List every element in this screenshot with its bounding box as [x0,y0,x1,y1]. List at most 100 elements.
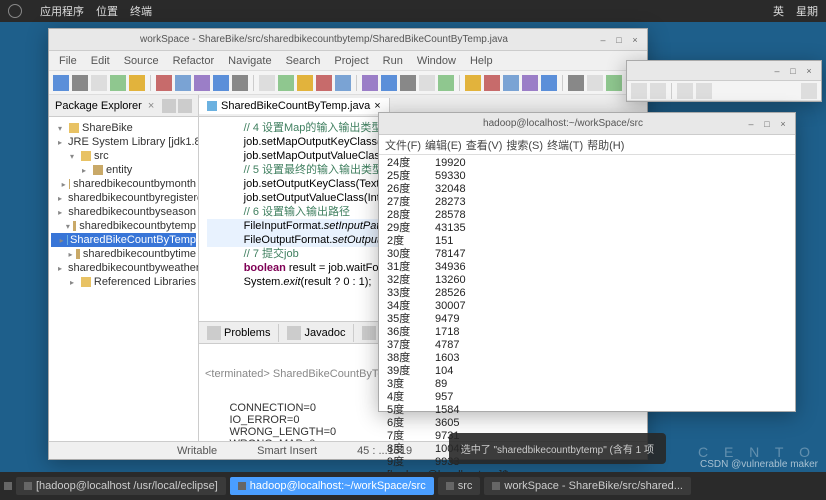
menu-navigate[interactable]: Navigate [222,55,277,67]
toolbar-button-2[interactable] [91,75,107,91]
editor-tab-label: SharedBikeCountByTemp.java [221,100,370,112]
menu-search[interactable]: Search [280,55,327,67]
term-menu-item[interactable]: 查看(V) [466,137,503,153]
toolbar-button-19[interactable] [438,75,454,91]
tree-node[interactable]: ▸sharedbikecountbymonth [51,177,196,191]
toolbar-button-22[interactable] [503,75,519,91]
back-icon[interactable] [631,83,647,99]
package-explorer-panel: Package Explorer × ▾ShareBike▸JRE System… [49,95,199,441]
menu-refactor[interactable]: Refactor [167,55,221,67]
toolbar-button-17[interactable] [400,75,416,91]
menu-window[interactable]: Window [411,55,462,67]
csdn-watermark: CSDN @vulnerable maker [700,459,818,470]
tree-node[interactable]: ▸JRE System Library [jdk1.8.0_20 [51,135,196,149]
tree-node[interactable]: ▾src [51,149,196,163]
java-file-icon [207,101,217,111]
tree-node[interactable]: ▾ShareBike [51,121,196,135]
maximize-button[interactable]: □ [787,65,799,77]
menu-file[interactable]: File [53,55,83,67]
taskbar-item[interactable]: hadoop@localhost:~/workSpace/src [230,477,434,495]
package-explorer-tab[interactable]: Package Explorer × [49,95,198,117]
tree-node[interactable]: ▸sharedbikecountbyregistere [51,191,196,205]
term-menu-item[interactable]: 终端(T) [547,137,583,153]
toolbar-button-6[interactable] [175,75,191,91]
toolbar-button-4[interactable] [129,75,145,91]
maximize-button[interactable]: □ [761,118,773,130]
toolbar-button-26[interactable] [587,75,603,91]
lang-indicator[interactable]: 英 [773,3,784,19]
term-menu-item[interactable]: 文件(F) [385,137,421,153]
tree-node[interactable]: ▸sharedbikecountbyweather [51,261,196,275]
tree-node[interactable]: ▸SharedBikeCountByTemp [51,233,196,247]
term-menu-item[interactable]: 搜索(S) [506,137,543,153]
close-button[interactable]: × [777,118,789,130]
toolbar-button-25[interactable] [568,75,584,91]
tree-node[interactable]: ▸sharedbikecountbytime [51,247,196,261]
toolbar-button-11[interactable] [278,75,294,91]
toolbar-button-5[interactable] [156,75,172,91]
taskbar-item[interactable]: src [438,477,481,495]
tree-node[interactable]: ▸entity [51,163,196,177]
toolbar-button-27[interactable] [606,75,622,91]
link-icon[interactable] [162,99,176,113]
terminal-menubar: 文件(F)编辑(E)查看(V)搜索(S)终端(T)帮助(H) [379,135,795,155]
tree-node[interactable]: ▸sharedbikecountbyseason [51,205,196,219]
toolbar-button-18[interactable] [419,75,435,91]
toolbar-button-13[interactable] [316,75,332,91]
desktop-topbar: 应用程序 位置 终端 英 星期 [0,0,826,22]
menu-terminal[interactable]: 终端 [130,3,152,19]
selection-notification: 选中了 "sharedbikecountbytemp" (含有 1 项 [449,433,666,464]
close-button[interactable]: × [629,34,641,46]
maximize-button[interactable]: □ [613,34,625,46]
terminal-titlebar: hadoop@localhost:~/workSpace/src – □ × [379,113,795,135]
toolbar-button-0[interactable] [53,75,69,91]
menu-icon[interactable] [178,99,192,113]
tree-node[interactable]: ▸Referenced Libraries [51,275,196,289]
toolbar-button-24[interactable] [541,75,557,91]
activities-icon[interactable] [8,4,22,18]
bottom-tab-problems[interactable]: Problems [199,324,279,342]
toolbar-button-14[interactable] [335,75,351,91]
taskbar-item[interactable]: [hadoop@localhost /usr/local/eclipse] [16,477,226,495]
terminal-window: hadoop@localhost:~/workSpace/src – □ × 文… [378,112,796,412]
tree-node[interactable]: ▾sharedbikecountbytemp [51,219,196,233]
bottom-tab-javadoc[interactable]: Javadoc [279,324,354,342]
close-button[interactable]: × [803,65,815,77]
toolbar-button-8[interactable] [213,75,229,91]
menu-project[interactable]: Project [328,55,374,67]
toolbar-button-21[interactable] [484,75,500,91]
grid-icon[interactable] [677,83,693,99]
minimize-button[interactable]: – [597,34,609,46]
menu-run[interactable]: Run [377,55,409,67]
eclipse-titlebar: workSpace - ShareBike/src/sharedbikecoun… [49,29,647,51]
toolbar-button-9[interactable] [232,75,248,91]
terminal-title: hadoop@localhost:~/workSpace/src [385,118,741,129]
editor-tab[interactable]: SharedBikeCountByTemp.java × [199,98,390,114]
toolbar-button-16[interactable] [381,75,397,91]
menu-apps[interactable]: 应用程序 [40,3,84,19]
taskbar-item[interactable]: workSpace - ShareBike/src/shared... [484,477,691,495]
menu-edit[interactable]: Edit [85,55,116,67]
toolbar-button-10[interactable] [259,75,275,91]
toolbar-button-1[interactable] [72,75,88,91]
menu-help[interactable]: Help [464,55,499,67]
menu-icon[interactable] [801,83,817,99]
eclipse-toolbar [49,71,647,95]
toolbar-button-23[interactable] [522,75,538,91]
toolbar-button-15[interactable] [362,75,378,91]
menu-source[interactable]: Source [118,55,165,67]
term-menu-item[interactable]: 编辑(E) [425,137,462,153]
toolbar-button-3[interactable] [110,75,126,91]
menu-places[interactable]: 位置 [96,3,118,19]
minimize-button[interactable]: – [771,65,783,77]
term-menu-item[interactable]: 帮助(H) [587,137,624,153]
close-icon[interactable]: × [148,100,154,112]
toolbar-button-20[interactable] [465,75,481,91]
show-desktop-icon[interactable] [4,482,12,490]
list-icon[interactable] [696,83,712,99]
toolbar-button-7[interactable] [194,75,210,91]
close-icon[interactable]: × [374,100,380,112]
toolbar-button-12[interactable] [297,75,313,91]
minimize-button[interactable]: – [745,118,757,130]
forward-icon[interactable] [650,83,666,99]
